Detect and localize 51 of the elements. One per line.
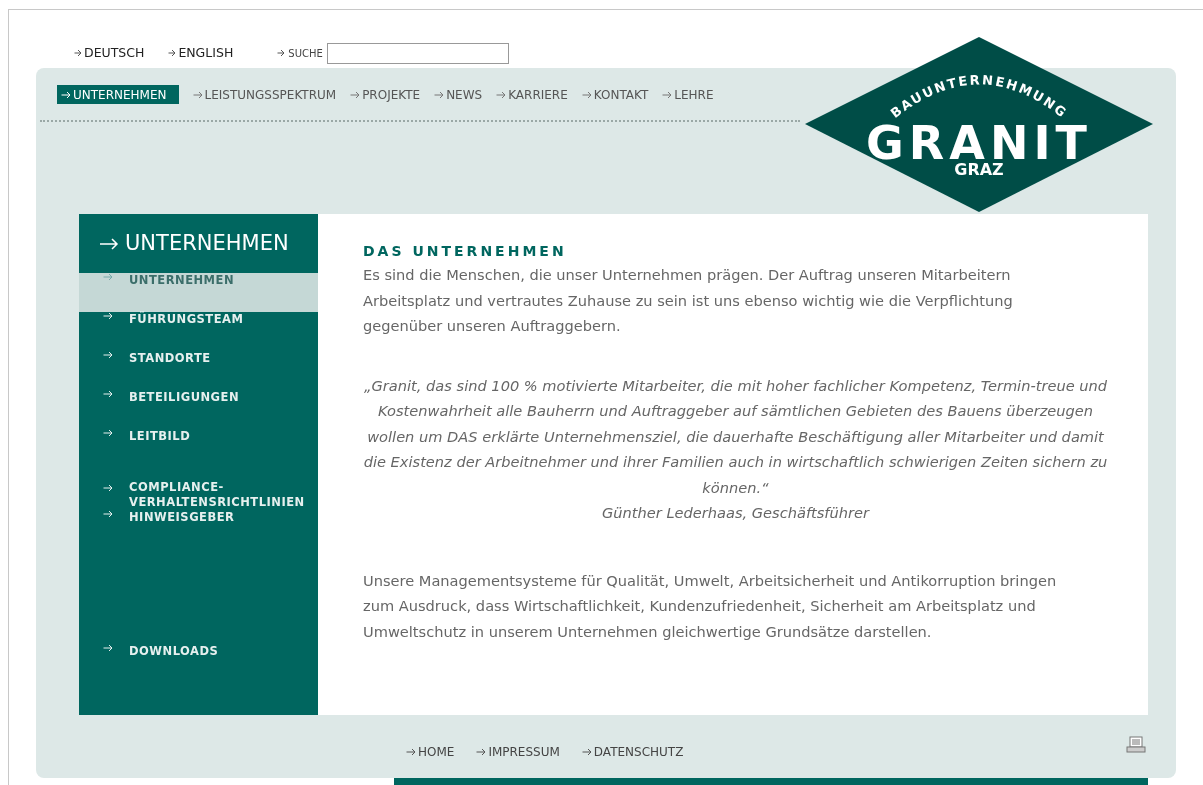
nav-link[interactable]: UNTERNEHMEN: [57, 85, 179, 104]
sidebar-item[interactable]: DOWNLOADS: [79, 644, 318, 683]
arrow-icon: [61, 90, 71, 99]
arrow-icon: [496, 90, 507, 99]
footer-link[interactable]: DATENSCHUTZ: [581, 743, 684, 761]
content-heading: DAS UNTERNEHMEN: [363, 242, 568, 261]
nav-link[interactable]: LEISTUNGSSPEKTRUM: [190, 85, 339, 104]
arrow-icon: [350, 90, 361, 99]
arrow-icon: [103, 644, 113, 652]
arrow-icon: [99, 237, 119, 250]
sidebar-item[interactable]: LEITBILD: [79, 429, 318, 468]
sidebar-item[interactable]: COMPLIANCE- VERHALTENSRICHTLINIEN: [79, 468, 318, 510]
sidebar-title: UNTERNEHMEN: [125, 229, 289, 257]
sidebar-item[interactable]: HINWEISGEBER: [79, 510, 318, 549]
sidebar-item[interactable]: STANDORTE: [79, 351, 318, 390]
sidebar-item[interactable]: FÜHRUNGSTEAM: [79, 312, 318, 351]
nav-link[interactable]: LEHRE: [660, 85, 716, 104]
sidebar-item[interactable]: UNTERNEHMEN: [79, 273, 318, 312]
arrow-icon: [476, 748, 487, 756]
nav-link[interactable]: PROJEKTE: [348, 85, 423, 104]
printer-icon[interactable]: [1126, 735, 1146, 753]
arrow-icon: [103, 273, 113, 281]
arrow-icon: [103, 351, 113, 359]
language-link[interactable]: ENGLISH: [168, 43, 234, 63]
arrow-icon: [406, 748, 416, 756]
arrow-icon: [581, 90, 592, 99]
arrow-icon: [277, 49, 286, 57]
search-field[interactable]: [326, 42, 509, 64]
arrow-icon: [434, 90, 445, 99]
arrow-icon: [103, 510, 113, 518]
nav-link[interactable]: KONTAKT: [579, 85, 651, 104]
search-label: SUCHE: [277, 45, 323, 61]
arrow-icon: [103, 312, 113, 320]
footer-link[interactable]: HOME: [406, 743, 455, 761]
nav-link[interactable]: KARRIERE: [494, 85, 570, 104]
arrow-icon: [662, 90, 673, 99]
language-link[interactable]: DEUTSCH: [74, 43, 145, 63]
arrow-icon: [103, 429, 113, 437]
arrow-icon: [74, 49, 82, 57]
arrow-icon: [103, 390, 113, 398]
arrow-icon: [168, 49, 177, 57]
sidebar-item[interactable]: BETEILIGUNGEN: [79, 390, 318, 429]
arrow-icon: [581, 748, 592, 756]
arrow-icon: [103, 484, 113, 492]
footer-link[interactable]: IMPRESSUM: [476, 743, 560, 761]
quote-author: Günther Lederhaas, Geschäftsführer: [601, 503, 871, 523]
quote-text: „Granit, das sind 100 % motivierte Mitarbeiter, die mit hoher fachlicher Kompetenz, Termin-treue und Kostenwahrheit alle Bauherrn und Auftraggeber auf sämtlichen Gebieten des Bauens überzeugen wollen um DAS erklärte Unternehmensziel, die dauerhafte Beschäftigung aller Mitarbeiter und damit die Existenz der Arbeitnehmer und ihrer Familien auch in wirtschaftlich schwierigen Zeiten sichern zu können.“: [363, 375, 1108, 498]
arrow-icon: [192, 90, 203, 99]
closing-paragraph: Unsere Managementsysteme für Qualität, Umwelt, Arbeitsicherheit und Antikorruption bringen zum Ausdruck, dass Wirtschaftlichkeit, Kundenzufriedenheit, Sicherheit am Arbeitsplatz und Umweltschutz in unserem Unternehmen gleichwertige Grundsätze darstellen.: [363, 570, 1058, 642]
intro-paragraph: Es sind die Menschen, die unser Unternehmen prägen. Der Auftrag unseren Mitarbeitern Arbeitsplatz und vertrautes Zuhause zu sein ist uns ebenso wichtig wie die Verpflichtung gegenüber unseren Auftraggebern.: [363, 265, 1014, 336]
nav-link[interactable]: NEWS: [432, 85, 485, 104]
